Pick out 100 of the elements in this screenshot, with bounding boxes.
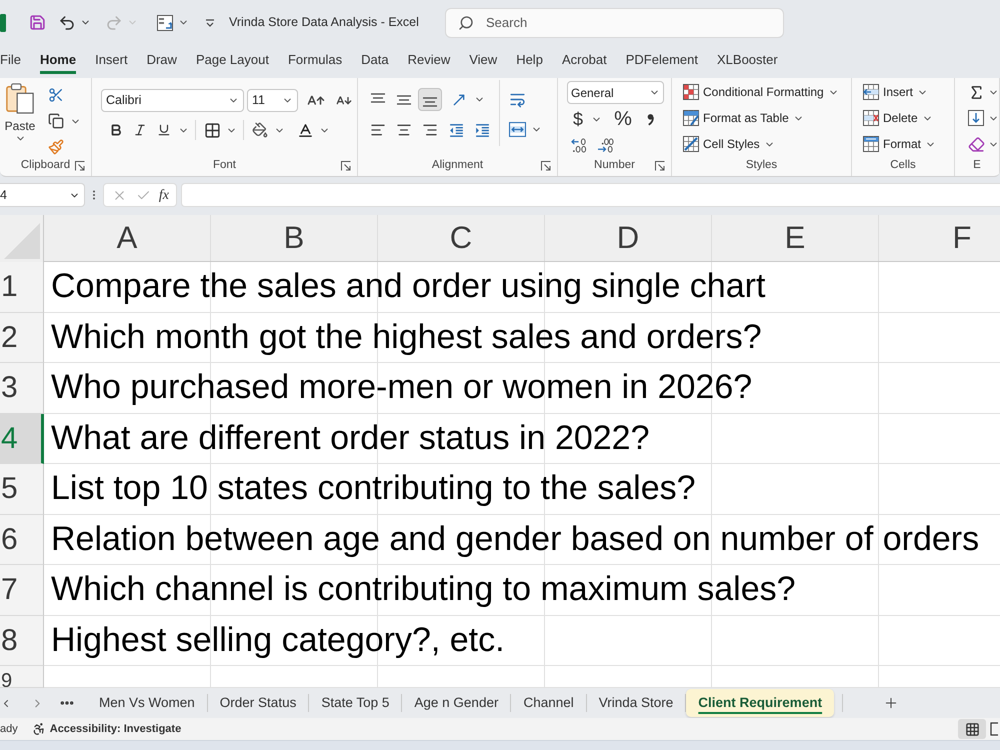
- row-header[interactable]: 8: [0, 616, 44, 666]
- launcher-icon: [74, 160, 84, 171]
- insert-function-button[interactable]: fx: [158, 184, 169, 206]
- launcher-icon: [654, 160, 664, 171]
- row-header[interactable]: 1: [0, 262, 44, 312]
- format-as-table-button[interactable]: Format as Table: [683, 107, 804, 129]
- ribbon-tab[interactable]: PDFelement: [626, 50, 698, 74]
- row-header[interactable]: 3: [0, 363, 44, 414]
- sheet-tab[interactable]: Client Requirement: [686, 689, 834, 717]
- bold-icon: [109, 123, 123, 137]
- accessibility-icon: [32, 722, 46, 736]
- row-header[interactable]: 2: [0, 312, 44, 363]
- format-cells-button[interactable]: Format: [863, 133, 936, 155]
- italic-icon: [133, 123, 147, 137]
- requirement-text: Who purchased more-men or women in 2026?: [51, 367, 752, 408]
- increase-indent-icon: [474, 122, 490, 138]
- formula-input[interactable]: [181, 183, 1000, 207]
- dialog-launcher-button[interactable]: [654, 160, 665, 172]
- cell-styles-icon: [683, 136, 699, 152]
- normal-view-button[interactable]: [958, 719, 986, 739]
- ribbon-tab[interactable]: View: [469, 50, 498, 74]
- conditional-formatting-button[interactable]: Conditional Formatting: [683, 81, 839, 103]
- ribbon-tab[interactable]: Help: [516, 50, 543, 74]
- copy-icon: [48, 113, 64, 129]
- sheet-tab[interactable]: Channel: [511, 689, 586, 717]
- requirement-text: Which channel is contributing to maximum sales?: [51, 569, 796, 610]
- status-text: ady: [0, 722, 18, 737]
- search-icon: [458, 14, 474, 30]
- ribbon-tab[interactable]: XLBooster: [717, 50, 778, 74]
- column-header[interactable]: B: [211, 215, 378, 261]
- borders-icon: [204, 122, 220, 138]
- decrease-decimal-icon: [596, 138, 614, 152]
- diagonal-arrow-icon: [451, 92, 467, 108]
- ribbon-tab[interactable]: Data: [361, 50, 389, 74]
- ribbon-tab[interactable]: Page Layout: [196, 50, 269, 74]
- delete-cells-button[interactable]: Delete: [863, 107, 933, 129]
- paintbrush-icon: [48, 139, 64, 155]
- sheet-tab[interactable]: Vrinda Store: [586, 689, 686, 717]
- ribbon-tab[interactable]: Insert: [95, 50, 128, 74]
- row-header[interactable]: 4: [0, 414, 44, 464]
- align-left-icon: [370, 122, 386, 138]
- dialog-launcher-button[interactable]: [74, 160, 85, 172]
- paste-button[interactable]: Paste: [2, 82, 38, 157]
- fill-button[interactable]: [966, 107, 986, 129]
- currency-button[interactable]: $: [567, 108, 589, 130]
- align-center-icon: [396, 122, 412, 138]
- ribbon-tab[interactable]: Draw: [146, 50, 177, 74]
- align-right-icon: [422, 122, 438, 138]
- scissors-icon: [48, 87, 64, 103]
- accessibility-button[interactable]: Accessibility: Investigate: [32, 720, 182, 738]
- insert-cells-icon: [863, 84, 879, 100]
- group-label: Clipboard: [20, 158, 70, 173]
- font-size-dropdown[interactable]: 11: [247, 89, 298, 112]
- group-label: Cells: [890, 158, 916, 173]
- column-header[interactable]: A: [44, 215, 211, 261]
- dialog-launcher-button[interactable]: [340, 160, 351, 172]
- font-name-dropdown[interactable]: Calibri: [101, 89, 244, 112]
- sheet-tab[interactable]: Order Status: [208, 689, 308, 717]
- requirement-text: Compare the sales and order using single chart: [51, 266, 766, 308]
- clipboard-icon: [5, 82, 35, 114]
- name-box[interactable]: 4: [0, 183, 85, 207]
- group-label: Font: [212, 158, 236, 173]
- ribbon-tab[interactable]: File: [0, 50, 21, 74]
- ribbon-tab[interactable]: Review: [408, 50, 450, 74]
- row-header[interactable]: 6: [0, 514, 44, 565]
- group-label: E: [973, 158, 981, 173]
- sheet-tab[interactable]: Age n Gender: [402, 689, 510, 717]
- sheet-tab[interactable]: Men Vs Women: [87, 689, 207, 717]
- ribbon-tab[interactable]: Home: [40, 50, 76, 74]
- row-header[interactable]: 5: [0, 464, 44, 514]
- percent-button[interactable]: %: [608, 108, 638, 130]
- align-bottom-button[interactable]: [418, 88, 442, 111]
- launcher-icon: [340, 160, 350, 171]
- dialog-launcher-button[interactable]: [540, 160, 551, 172]
- increase-decimal-icon: [570, 138, 588, 152]
- number-format-dropdown[interactable]: General: [567, 81, 664, 104]
- merge-cells-icon: [508, 122, 526, 136]
- ribbon-tab[interactable]: Acrobat: [562, 50, 607, 74]
- format-table-icon: [683, 110, 699, 126]
- search-field[interactable]: Search: [445, 8, 784, 38]
- group-label: Styles: [746, 158, 778, 173]
- requirement-text: Highest selling category?, etc.: [51, 620, 505, 661]
- launcher-icon: [540, 160, 550, 171]
- row-header[interactable]: 9: [0, 666, 44, 688]
- underline-icon: [157, 123, 171, 137]
- insert-cells-button[interactable]: Insert: [863, 81, 928, 103]
- ribbon-tab[interactable]: Formulas: [288, 50, 342, 74]
- excel-logo-icon[interactable]: [0, 14, 6, 32]
- column-header[interactable]: F: [879, 215, 1000, 261]
- sheet-tab[interactable]: State Top 5: [309, 689, 402, 717]
- window-title: Vrinda Store Data Analysis - Excel: [229, 14, 419, 32]
- column-header[interactable]: D: [545, 215, 712, 261]
- cell-styles-button[interactable]: Cell Styles: [683, 133, 775, 155]
- column-header[interactable]: E: [712, 215, 879, 261]
- format-cells-icon: [863, 136, 879, 152]
- eraser-icon: [968, 136, 984, 152]
- row-header[interactable]: 7: [0, 565, 44, 616]
- requirement-text: List top 10 states contributing to the sales?: [51, 468, 696, 510]
- requirement-text: Relation between age and gender based on number of orders: [51, 518, 980, 560]
- column-header[interactable]: C: [378, 215, 545, 261]
